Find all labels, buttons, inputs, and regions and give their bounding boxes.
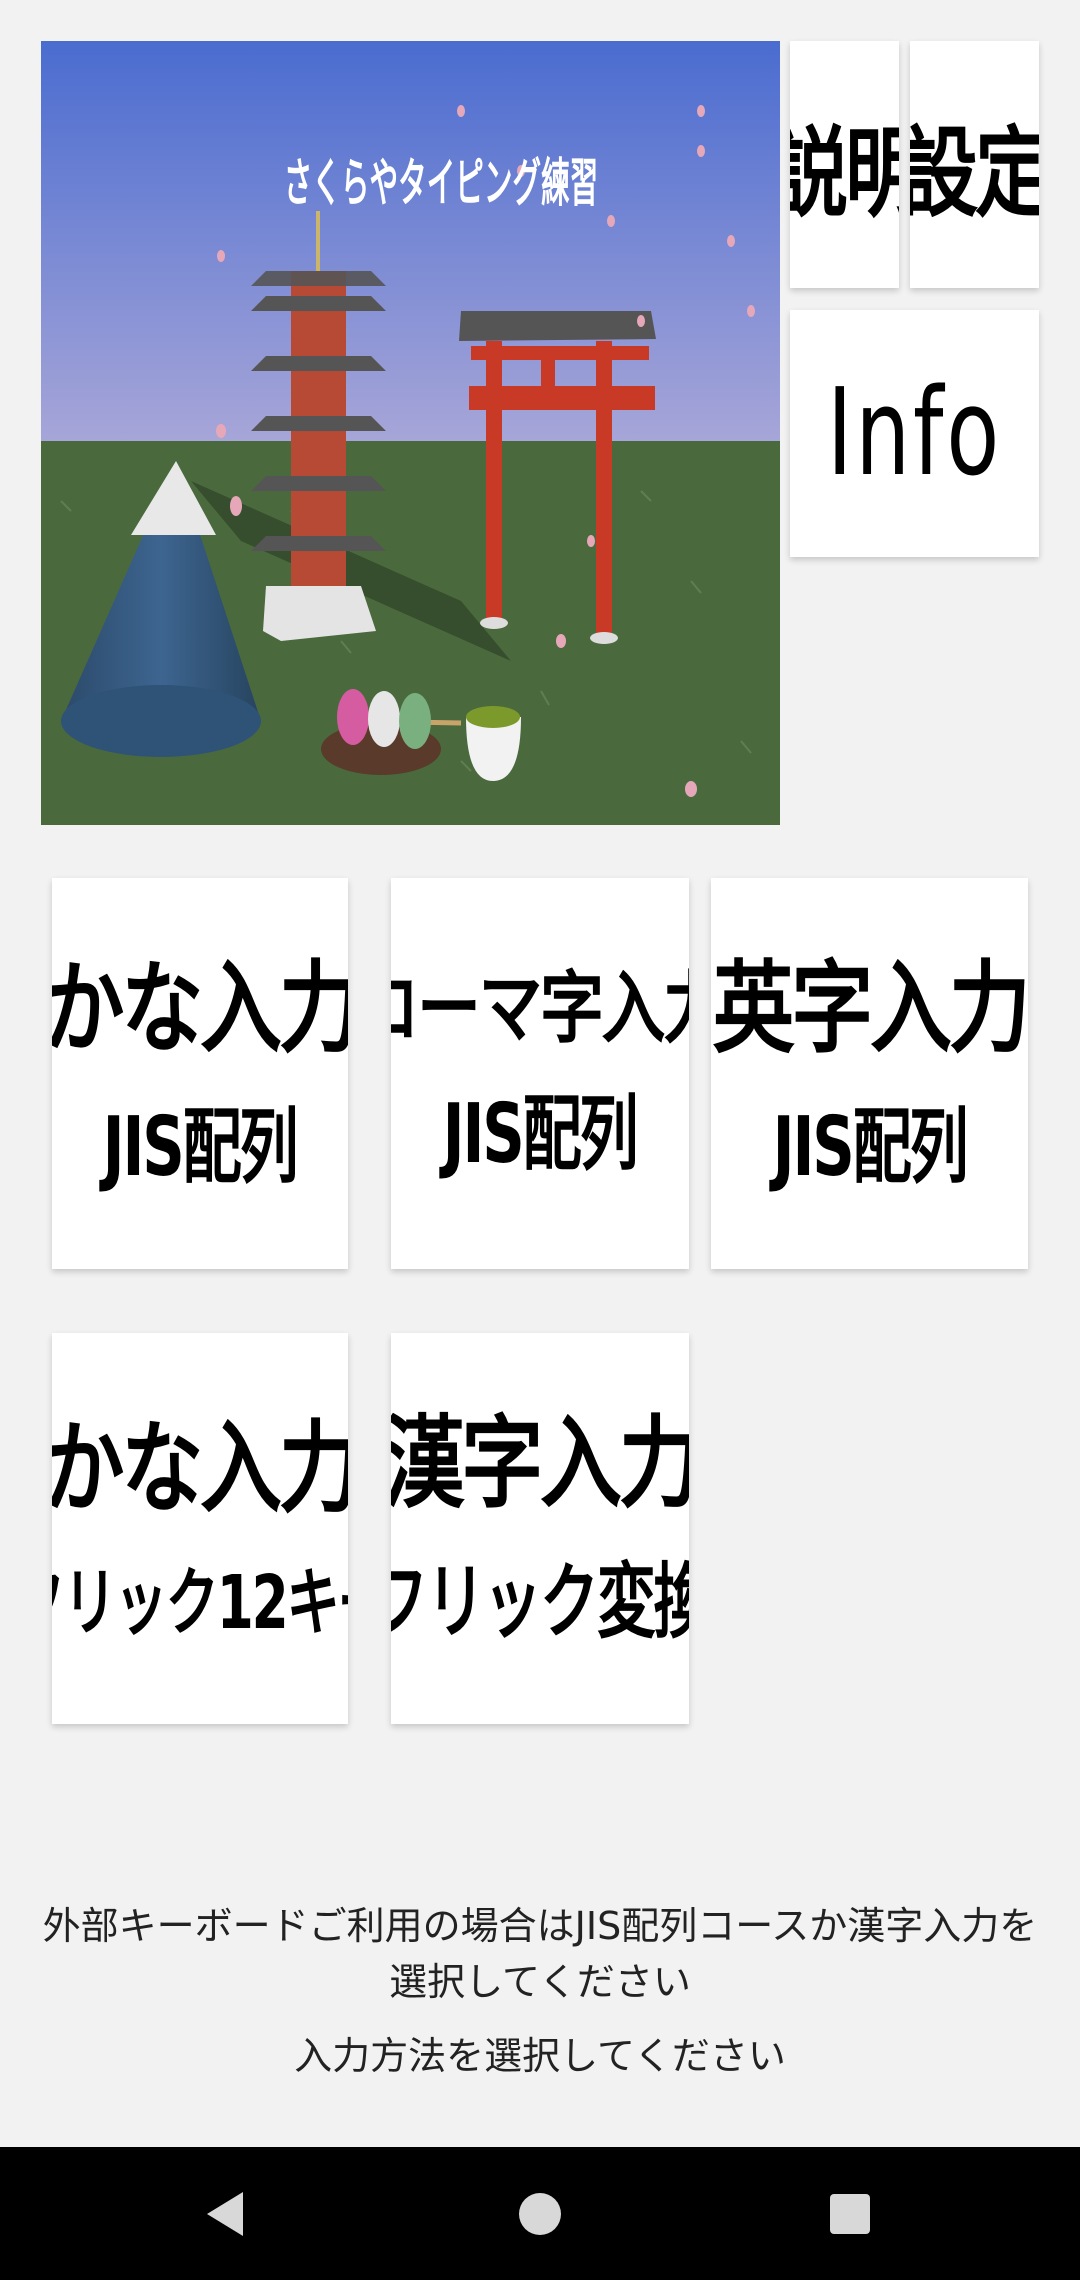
- settings-button[interactable]: 設定: [910, 41, 1039, 288]
- course-kana-jis-button[interactable]: かな入力 JIS配列: [52, 878, 348, 1269]
- course-romaji-jis-button[interactable]: ローマ字入力 JIS配列: [391, 878, 689, 1269]
- course-subtitle: フリック12キー: [52, 1560, 348, 1647]
- course-title: かな入力: [52, 950, 348, 1068]
- settings-label: 設定: [910, 94, 1039, 236]
- external-keyboard-note: 外部キーボードご利用の場合はJIS配列コースか漢字入力を選択してください: [42, 1904, 1038, 2004]
- back-icon: [207, 2191, 243, 2236]
- course-title: 英字入力: [712, 950, 1028, 1068]
- info-label: Info: [826, 364, 1003, 503]
- course-subtitle: JIS配列: [772, 1100, 969, 1196]
- course-title: かな入力: [52, 1410, 348, 1528]
- hero-title: さくらやタイピング練習: [284, 153, 599, 214]
- help-label: 説明: [790, 94, 899, 236]
- help-button[interactable]: 説明: [790, 41, 899, 288]
- home-button[interactable]: [480, 2147, 600, 2280]
- info-button[interactable]: Info: [790, 310, 1039, 557]
- recents-button[interactable]: [790, 2147, 910, 2280]
- back-button[interactable]: [165, 2147, 285, 2280]
- select-method-note: 入力方法を選択してください: [294, 2034, 786, 2078]
- course-kanji-flick-button[interactable]: 漢字入力 フリック変換: [391, 1333, 689, 1724]
- course-subtitle: JIS配列: [443, 1087, 639, 1183]
- home-icon: [519, 2192, 561, 2235]
- course-subtitle: JIS配列: [103, 1100, 299, 1196]
- hero-scene: さくらやタイピング練習: [41, 41, 780, 825]
- course-english-jis-button[interactable]: 英字入力 JIS配列: [711, 878, 1028, 1269]
- recents-icon: [830, 2193, 870, 2234]
- course-title: ローマ字入力: [391, 963, 689, 1054]
- course-subtitle: フリック変換: [391, 1555, 689, 1651]
- course-kana-flick-button[interactable]: かな入力 フリック12キー: [52, 1333, 348, 1724]
- title-illustration: さくらやタイピング練習: [41, 41, 780, 825]
- course-title: 漢字入力: [391, 1405, 689, 1523]
- system-navigation-bar: [0, 2147, 1080, 2280]
